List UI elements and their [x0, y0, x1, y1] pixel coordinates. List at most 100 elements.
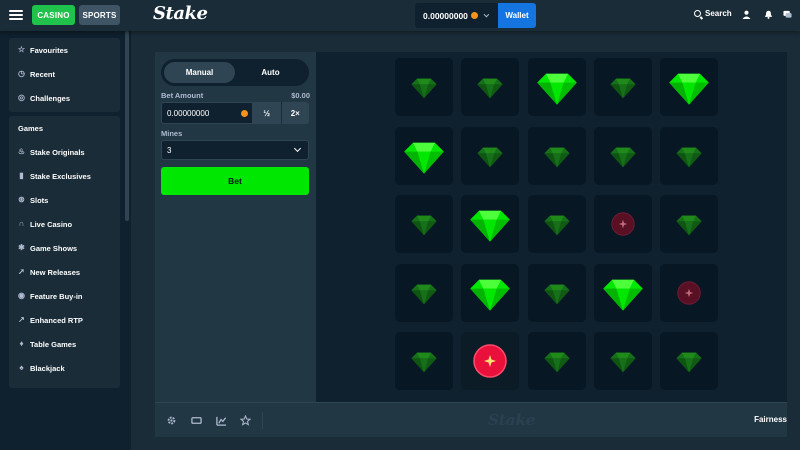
- theatre-mode-icon[interactable]: [191, 415, 202, 426]
- gem-icon: [610, 352, 636, 373]
- mines-tile[interactable]: [527, 263, 586, 322]
- balance-display[interactable]: 0.00000000: [415, 3, 498, 28]
- sidebar-item-slots[interactable]: ⊛ Slots: [9, 188, 120, 212]
- sidebar-item-label: Stake Exclusives: [30, 171, 91, 181]
- sports-tab[interactable]: SPORTS: [79, 5, 120, 25]
- sidebar-item-label: Enhanced RTP: [30, 315, 83, 325]
- sidebar-scrollbar[interactable]: [125, 31, 129, 221]
- gem-icon: [411, 215, 437, 236]
- headset-icon: ∩: [18, 219, 25, 228]
- sidebar-item-recent[interactable]: ◷ Recent: [9, 62, 120, 86]
- mines-tile[interactable]: [395, 126, 453, 185]
- stake-logo[interactable]: Stake: [153, 3, 208, 24]
- sidebar-item-feature-buy-in[interactable]: ◉ Feature Buy-in: [9, 284, 120, 308]
- sidebar-item-label: Slots: [30, 195, 49, 205]
- sidebar-item-live-casino[interactable]: ∩ Live Casino: [9, 212, 120, 236]
- sidebar-item-game-shows[interactable]: ✱ Game Shows: [9, 236, 120, 260]
- mines-tile[interactable]: [461, 263, 520, 322]
- mines-tile[interactable]: [527, 126, 586, 185]
- mines-tile[interactable]: [527, 195, 586, 253]
- bitcoin-icon: [470, 12, 478, 19]
- mines-select[interactable]: 3: [161, 140, 309, 160]
- mines-tile[interactable]: [527, 58, 586, 116]
- chat-icon[interactable]: [783, 10, 792, 19]
- mines-tile[interactable]: [660, 126, 719, 185]
- settings-icon[interactable]: [166, 415, 177, 426]
- sidebar-item-label: New Releases: [30, 267, 81, 277]
- gem-icon: [470, 210, 511, 242]
- gem-icon: [411, 78, 437, 99]
- sidebar-item-new-releases[interactable]: ➚ New Releases: [9, 260, 120, 284]
- gem-icon: [543, 284, 570, 304]
- mines-tile[interactable]: [395, 58, 453, 116]
- sidebar-item-label: Game Shows: [30, 243, 78, 253]
- mines-tile[interactable]: [461, 126, 520, 185]
- mines-tile[interactable]: [660, 263, 719, 322]
- wallet-button[interactable]: Wallet: [498, 3, 536, 28]
- gem-icon: [543, 352, 570, 373]
- sidebar-item-label: Live Casino: [30, 219, 73, 229]
- gem-icon: [543, 147, 570, 167]
- manual-tab[interactable]: Manual: [164, 62, 235, 83]
- balance-value: 0.00000000: [423, 10, 468, 21]
- star-icon: ☆: [17, 45, 26, 54]
- sidebar-item-stake-originals[interactable]: ♨ Stake Originals: [9, 140, 120, 164]
- menu-icon[interactable]: [9, 8, 23, 22]
- mines-tile[interactable]: [660, 58, 719, 116]
- mines-tile[interactable]: [395, 332, 453, 390]
- casino-tab[interactable]: CASINO: [32, 5, 75, 25]
- double-bet-button[interactable]: 2×: [282, 102, 310, 124]
- mines-tile[interactable]: [660, 195, 719, 253]
- gem-icon: [404, 142, 444, 174]
- target-icon: ◉: [18, 291, 25, 300]
- gem-icon: [603, 279, 643, 311]
- gem-icon: [610, 78, 636, 99]
- mines-tile[interactable]: [395, 263, 453, 322]
- gem-icon: [411, 352, 437, 373]
- mine-icon: [677, 280, 701, 305]
- mines-select-value: 3: [167, 145, 172, 155]
- fairness-link[interactable]: Fairness: [754, 415, 787, 424]
- auto-tab[interactable]: Auto: [235, 62, 306, 83]
- gem-icon: [676, 215, 702, 236]
- sidebar-item-label: Challenges: [30, 93, 71, 103]
- sidebar-item-label: Recent: [30, 69, 56, 79]
- mines-tile[interactable]: [593, 263, 652, 322]
- gem-icon: [470, 279, 511, 311]
- stats-icon[interactable]: [216, 415, 227, 426]
- mines-tile[interactable]: [593, 126, 652, 185]
- sidebar-item-label: Stake Originals: [30, 147, 85, 157]
- half-bet-button[interactable]: ½: [253, 102, 282, 124]
- mines-tile[interactable]: [461, 195, 520, 253]
- mines-tile[interactable]: [593, 195, 652, 253]
- mines-tile[interactable]: [461, 332, 520, 390]
- mines-tile[interactable]: [593, 58, 652, 116]
- sidebar-item-label: Feature Buy-in: [30, 291, 83, 301]
- sidebar-item-stake-exclusives[interactable]: ▮ Stake Exclusives: [9, 164, 120, 188]
- bitcoin-icon: [241, 110, 248, 117]
- sidebar-item-challenges[interactable]: ◎ Challenges: [9, 86, 120, 110]
- bet-amount-usd: $0.00: [291, 91, 310, 100]
- mines-tile[interactable]: [660, 332, 719, 390]
- star-icon[interactable]: [240, 415, 251, 426]
- mines-tile[interactable]: [461, 58, 520, 116]
- footer-divider: [262, 412, 263, 429]
- user-icon[interactable]: [742, 10, 751, 19]
- mines-tile[interactable]: [527, 332, 586, 390]
- sidebar-games-section: Games ♨ Stake Originals ▮ Stake Exclusiv…: [9, 116, 120, 388]
- sidebar-item-blackjack[interactable]: ♠ Blackjack: [9, 356, 120, 380]
- challenges-icon: ◎: [18, 93, 25, 102]
- mines-tile[interactable]: [395, 195, 453, 253]
- bet-amount-input[interactable]: 0.00000000: [161, 102, 253, 124]
- gem-icon: [543, 215, 570, 236]
- bet-button[interactable]: Bet: [161, 167, 309, 195]
- sidebar-item-favourites[interactable]: ☆ Favourites: [9, 38, 120, 62]
- bet-controls-panel: Manual Auto Bet Amount $0.00 0.00000000 …: [155, 52, 316, 402]
- bell-icon[interactable]: [764, 10, 773, 19]
- sidebar-item-enhanced-rtp[interactable]: ↗ Enhanced RTP: [9, 308, 120, 332]
- bet-amount-value: 0.00000000: [167, 108, 210, 118]
- sidebar-item-label: Table Games: [30, 339, 77, 349]
- sidebar-item-table-games[interactable]: ♦ Table Games: [9, 332, 120, 356]
- search-button[interactable]: Search: [694, 9, 732, 18]
- mines-tile[interactable]: [593, 332, 652, 390]
